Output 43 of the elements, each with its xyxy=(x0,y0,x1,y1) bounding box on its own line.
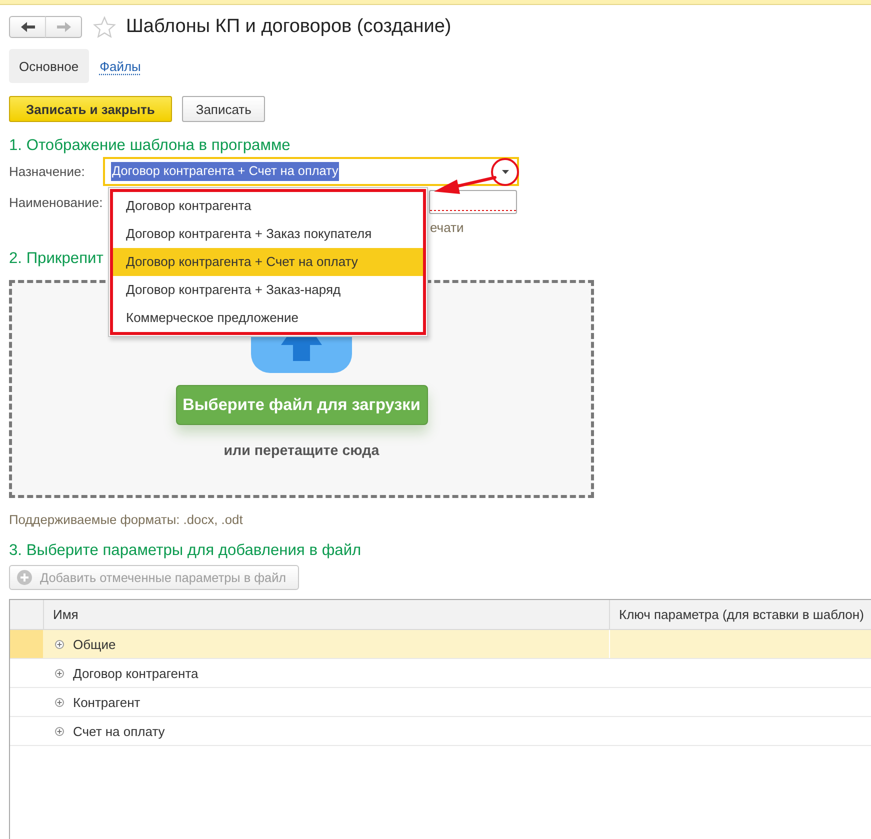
save-button[interactable]: Записать xyxy=(182,96,266,122)
right-arrow-icon xyxy=(56,22,70,32)
plus-circle-icon[interactable] xyxy=(55,640,64,648)
selected-text: Договор контрагента + Счет на оплату xyxy=(111,162,340,181)
plus-circle-icon xyxy=(17,570,32,585)
table-row[interactable]: Контрагент xyxy=(10,688,871,717)
column-header[interactable]: Имя xyxy=(43,600,609,629)
section-heading: 3. Выберите параметры для добавления в файл xyxy=(9,542,362,560)
star-icon[interactable] xyxy=(93,16,116,38)
window-title: Шаблоны КП и договоров (создание) xyxy=(126,16,452,38)
table-cell: Счет на оплату xyxy=(73,724,165,738)
dropdown-option[interactable]: Коммерческое предложение xyxy=(113,304,423,332)
row-marker xyxy=(10,630,43,658)
caret-icon[interactable] xyxy=(502,170,508,174)
tab[interactable]: Файлы xyxy=(90,49,151,83)
dropdown-option[interactable]: Договор контрагента + Заказ покупателя xyxy=(113,220,423,248)
annotation-arrow xyxy=(434,176,496,194)
save-and-close-button[interactable]: Записать и закрыть xyxy=(9,96,172,122)
left-arrow-icon xyxy=(20,22,34,32)
formats-note: Поддерживаемые форматы: .docx, .odt xyxy=(9,512,243,528)
plus-circle-icon[interactable] xyxy=(55,698,64,706)
dropdown-option[interactable]: Договор контрагента + Счет на оплату xyxy=(113,248,423,276)
field-label: Наименование: xyxy=(9,194,103,210)
dropdown-option[interactable]: Договор контрагента xyxy=(113,192,423,220)
table-cell: Общие xyxy=(73,636,116,652)
hint-text: ечати xyxy=(430,220,464,235)
table-cell: Договор контрагента xyxy=(73,666,198,680)
dropdown-field[interactable]: Договор контрагента + Счет на оплату xyxy=(103,157,519,186)
plus-circle-icon[interactable] xyxy=(55,726,64,736)
section-heading: 2. Прикрепит xyxy=(9,250,104,268)
table-row[interactable]: Договор контрагента xyxy=(10,659,871,688)
tab[interactable]: Основное xyxy=(9,49,89,83)
table-row[interactable]: Счет на оплату xyxy=(10,717,871,746)
field-label: Назначение: xyxy=(9,164,86,179)
upload-cloud-icon xyxy=(251,335,352,373)
section-heading: 1. Отображение шаблона в программе xyxy=(9,137,290,155)
column-header[interactable]: Ключ параметра (для вставки в шаблон) xyxy=(609,600,871,629)
back-button[interactable] xyxy=(9,16,46,38)
input-field[interactable] xyxy=(429,190,517,214)
table-row[interactable]: Общие xyxy=(10,630,871,659)
drop-hint: или перетащите сюда xyxy=(224,442,380,460)
table-cell: Контрагент xyxy=(73,694,140,710)
plus-circle-icon[interactable] xyxy=(55,668,64,678)
